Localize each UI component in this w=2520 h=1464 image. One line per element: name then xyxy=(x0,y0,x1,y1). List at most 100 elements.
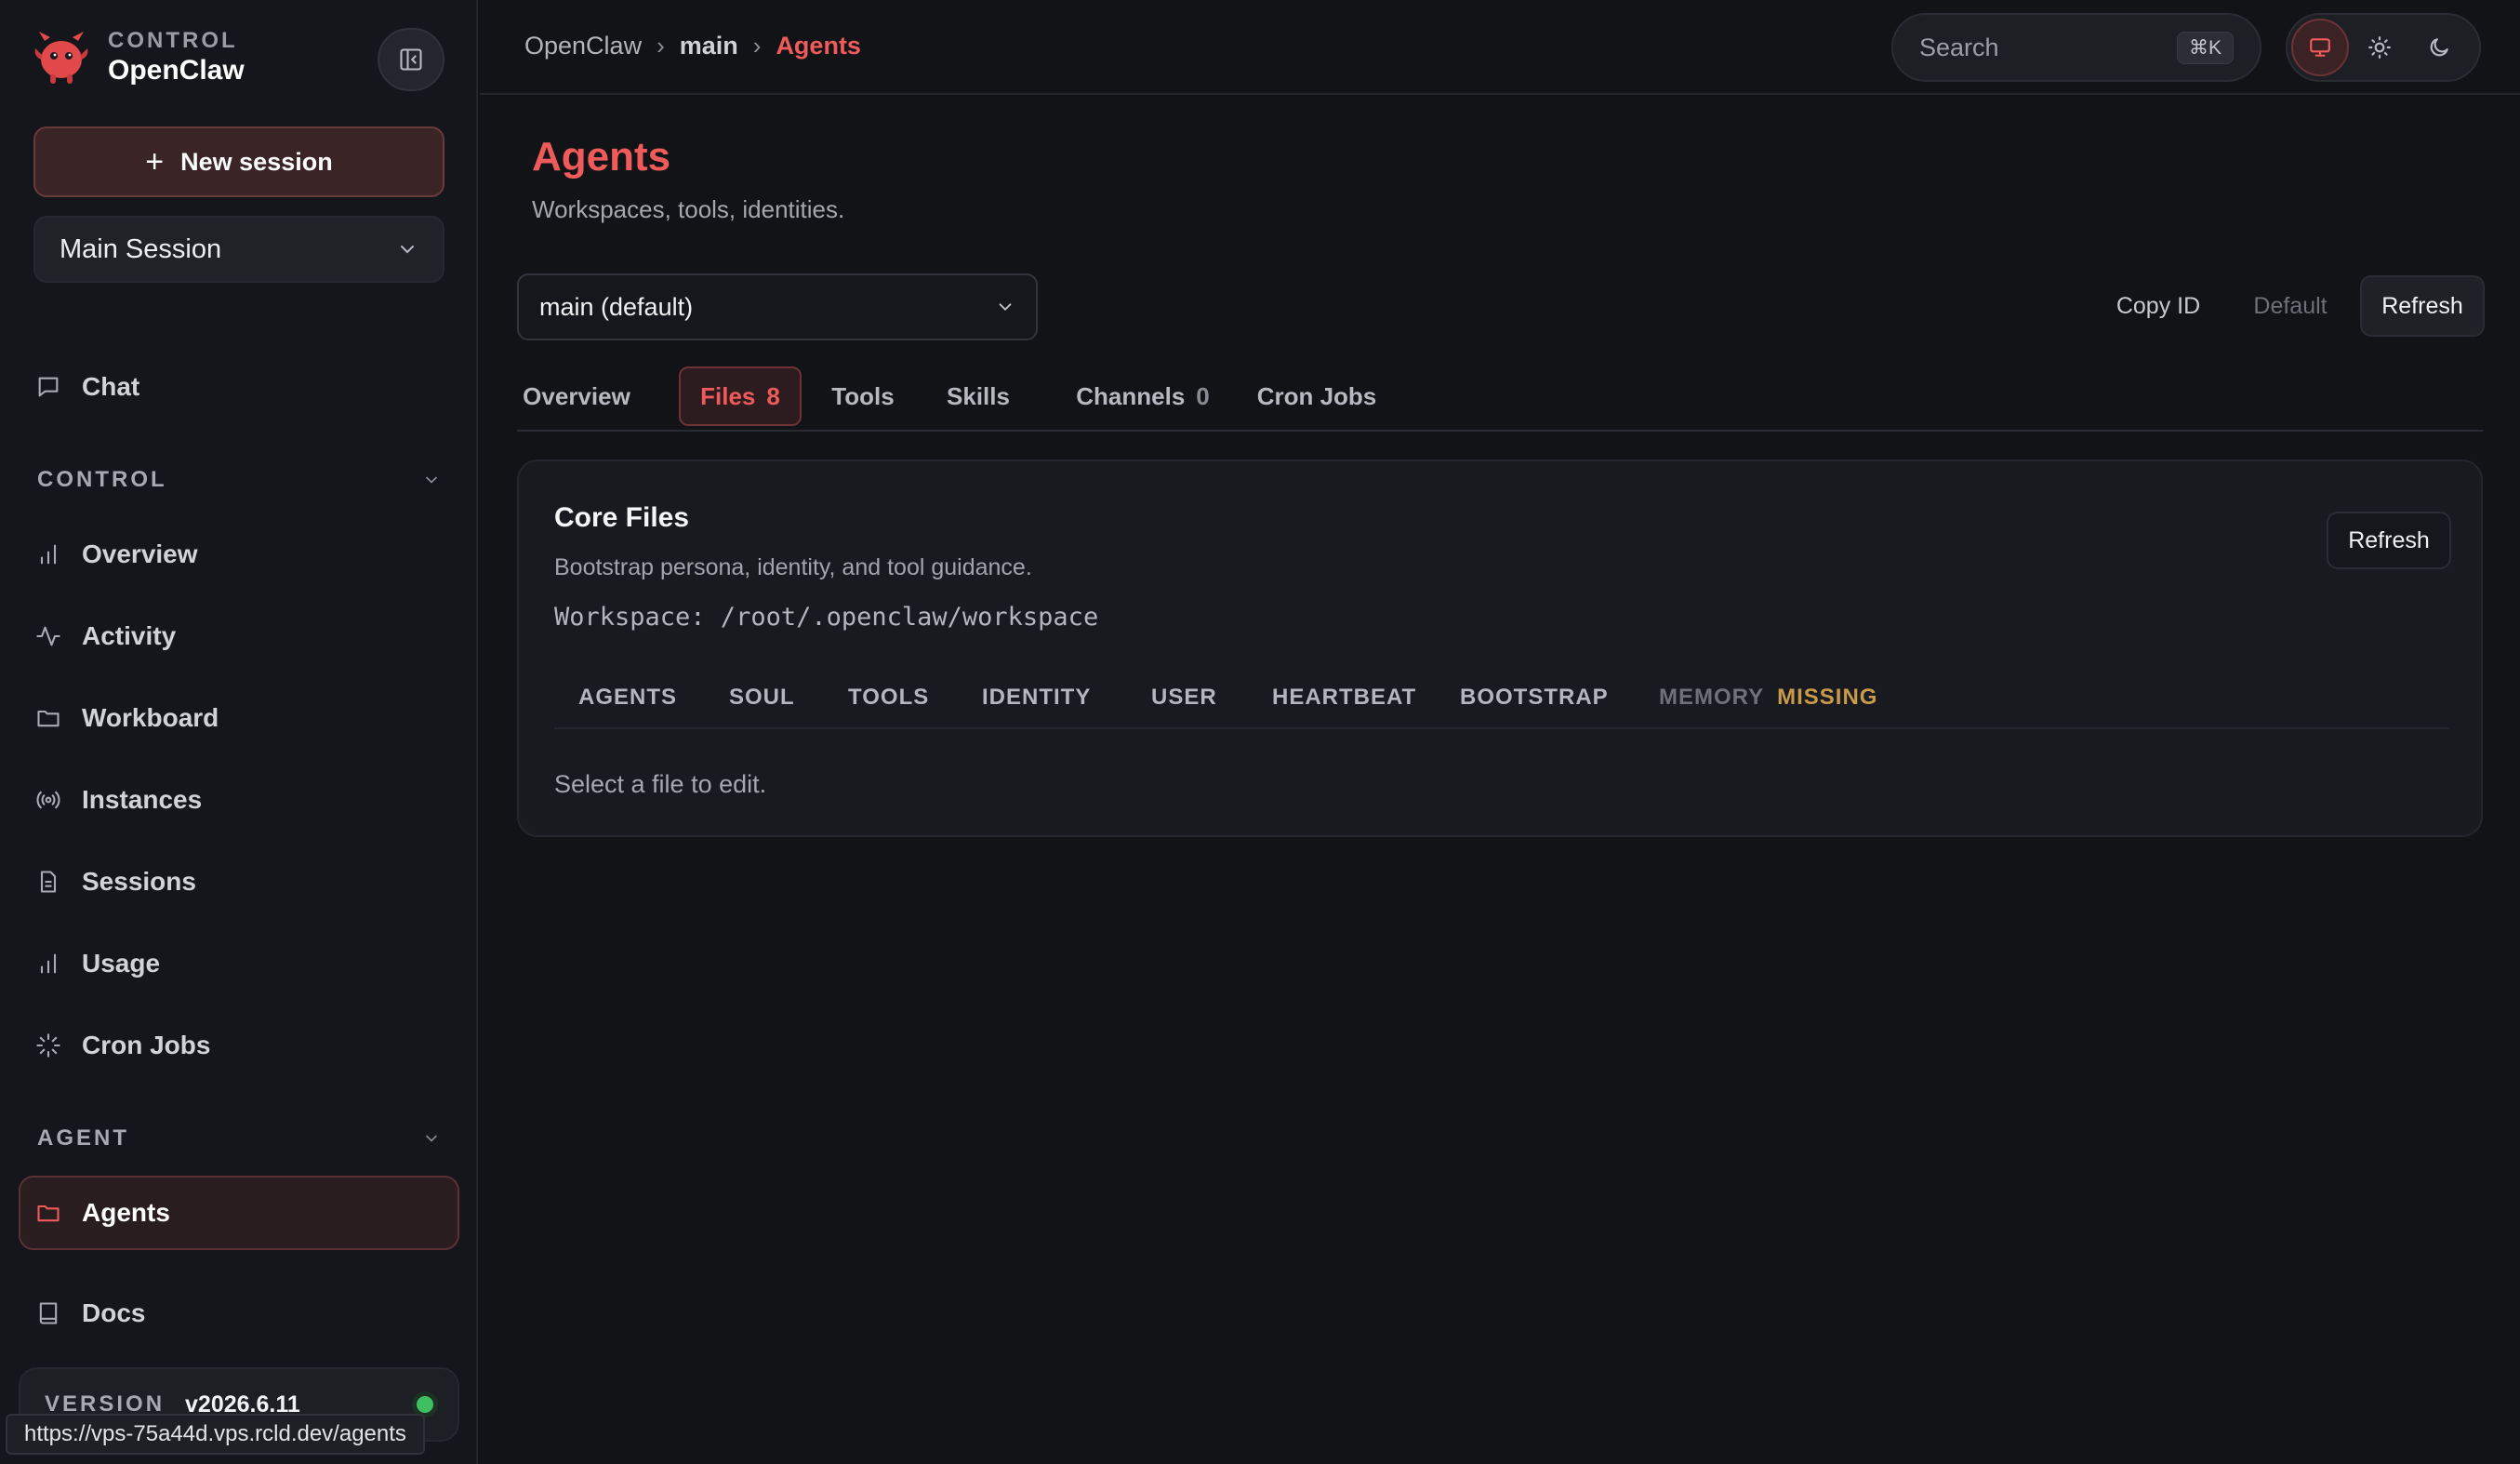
chevron-down-icon xyxy=(426,1135,437,1142)
file-tab-tools[interactable]: TOOLS xyxy=(848,677,929,718)
sidebar-item-label: Chat xyxy=(82,372,140,401)
brand-name: OpenClaw xyxy=(108,55,245,86)
file-tab-soul[interactable]: SOUL xyxy=(729,677,795,718)
sidebar-item-docs[interactable]: Docs xyxy=(33,1285,444,1341)
agent-select-value: main (default) xyxy=(539,292,694,321)
section-agent-header[interactable]: AGENT xyxy=(37,1120,441,1157)
file-tabs: AGENTS SOUL TOOLS IDENTITY USER HEARTBEA… xyxy=(554,668,2449,729)
breadcrumb-separator: › xyxy=(657,32,665,60)
card-description: Bootstrap persona, identity, and tool gu… xyxy=(554,554,1032,580)
card-title: Core Files xyxy=(554,502,690,533)
book-icon xyxy=(33,1298,63,1328)
sidebar-collapse-icon xyxy=(400,48,422,71)
tab-label: Tools xyxy=(831,381,895,410)
search-shortcut-badge: ⌘K xyxy=(2176,31,2234,64)
tab-overview[interactable]: Overview xyxy=(519,366,634,426)
tab-label: Cron Jobs xyxy=(1256,381,1377,410)
sidebar-item-overview[interactable]: Overview xyxy=(33,526,444,582)
activity-icon xyxy=(33,621,63,651)
section-control-header[interactable]: CONTROL xyxy=(37,461,441,499)
app-window: CONTROL OpenClaw + New session Main Sess… xyxy=(0,0,2520,1464)
moon-icon xyxy=(2430,38,2448,57)
section-agent-label: AGENT xyxy=(37,1125,129,1151)
theme-dark-button[interactable] xyxy=(2410,19,2468,76)
status-online-dot xyxy=(417,1396,433,1413)
file-tab-bootstrap[interactable]: BOOTSTRAP xyxy=(1460,677,1609,718)
refresh-button[interactable]: Refresh xyxy=(2360,275,2485,337)
sidebar-collapse-button[interactable] xyxy=(378,28,444,91)
tab-tools[interactable]: Tools xyxy=(824,366,902,426)
missing-badge: MISSING xyxy=(1777,685,1878,710)
breadcrumb-item-agents: Agents xyxy=(776,32,861,60)
brand-eyebrow: CONTROL xyxy=(108,28,238,53)
file-tab-identity[interactable]: IDENTITY xyxy=(982,677,1091,718)
workspace-path: Workspace: /root/.openclaw/workspace xyxy=(554,603,1099,632)
folder-icon xyxy=(33,703,63,733)
tab-files[interactable]: Files 8 xyxy=(679,366,802,426)
chevron-down-icon xyxy=(401,246,414,254)
file-tab-user[interactable]: USER xyxy=(1151,677,1217,718)
core-files-refresh-button[interactable]: Refresh xyxy=(2327,512,2451,569)
sidebar: CONTROL OpenClaw + New session Main Sess… xyxy=(0,0,478,1464)
file-tab-agents[interactable]: AGENTS xyxy=(578,677,677,718)
file-icon xyxy=(33,867,63,897)
breadcrumb-separator: › xyxy=(752,32,762,60)
breadcrumb: OpenClaw › main › Agents xyxy=(524,32,861,60)
openclaw-logo-icon xyxy=(34,32,88,84)
file-tab-heartbeat[interactable]: HEARTBEAT xyxy=(1272,677,1416,718)
chat-icon xyxy=(33,372,63,402)
radio-icon xyxy=(33,785,63,815)
breadcrumb-item-openclaw[interactable]: OpenClaw xyxy=(524,32,642,60)
sidebar-item-instances[interactable]: Instances xyxy=(33,772,444,828)
chevron-down-icon xyxy=(426,476,437,484)
sidebar-item-label: Docs xyxy=(82,1298,146,1327)
page-subtitle: Workspaces, tools, identities. xyxy=(532,195,845,223)
tab-cron-jobs[interactable]: Cron Jobs xyxy=(1253,366,1380,426)
tab-channels[interactable]: Channels 0 xyxy=(1054,366,1231,426)
tab-skills[interactable]: Skills xyxy=(937,366,1019,426)
sidebar-item-label: Sessions xyxy=(82,867,196,896)
theme-switcher xyxy=(2286,13,2481,82)
file-tab-label: MEMORY xyxy=(1659,685,1765,710)
folder-icon xyxy=(33,1198,63,1228)
tab-count: 0 xyxy=(1196,381,1210,410)
agent-select[interactable]: main (default) xyxy=(517,273,1038,340)
monitor-icon xyxy=(2310,38,2330,57)
search-input[interactable]: Search ⌘K xyxy=(1891,13,2261,82)
new-session-button[interactable]: + New session xyxy=(33,126,444,197)
sidebar-item-label: Agents xyxy=(82,1198,170,1227)
session-select[interactable]: Main Session xyxy=(33,216,444,283)
copy-id-button[interactable]: Copy ID xyxy=(2100,275,2217,337)
sidebar-item-label: Instances xyxy=(82,785,203,814)
tab-label: Channels xyxy=(1076,381,1186,410)
chevron-down-icon xyxy=(999,303,1012,312)
set-default-button[interactable]: Default xyxy=(2239,275,2341,337)
page-title: Agents xyxy=(532,134,671,180)
section-control-label: CONTROL xyxy=(37,467,167,492)
sidebar-item-activity[interactable]: Activity xyxy=(33,608,444,664)
sidebar-item-usage[interactable]: Usage xyxy=(33,936,444,992)
sidebar-item-workboard[interactable]: Workboard xyxy=(33,690,444,746)
sidebar-item-label: Workboard xyxy=(82,703,219,732)
bar-chart-icon xyxy=(33,539,63,569)
tab-label: Files xyxy=(700,381,756,410)
sidebar-item-sessions[interactable]: Sessions xyxy=(33,854,444,910)
theme-system-button[interactable] xyxy=(2291,19,2349,76)
status-url-tooltip: https://vps-75a44d.vps.rcld.dev/agents xyxy=(6,1414,425,1455)
topbar: OpenClaw › main › Agents Search ⌘K xyxy=(480,0,2520,95)
agent-tabs: Overview Files 8 Tools Skills Channels 0… xyxy=(517,365,2483,432)
breadcrumb-item-main[interactable]: main xyxy=(680,32,738,60)
file-tab-memory[interactable]: MEMORY MISSING xyxy=(1659,677,1877,718)
search-placeholder: Search xyxy=(1919,33,1999,61)
sidebar-item-agents[interactable]: Agents xyxy=(33,1185,444,1241)
tab-label: Overview xyxy=(523,381,630,410)
tab-count: 8 xyxy=(766,381,780,410)
sidebar-item-cron-jobs[interactable]: Cron Jobs xyxy=(33,1018,444,1073)
sun-icon xyxy=(2368,36,2391,59)
theme-light-button[interactable] xyxy=(2351,19,2408,76)
session-select-value: Main Session xyxy=(60,233,222,264)
sidebar-item-chat[interactable]: Chat xyxy=(33,359,444,415)
loader-icon xyxy=(33,1031,63,1060)
bar-chart-icon xyxy=(33,949,63,978)
brand[interactable]: CONTROL OpenClaw xyxy=(32,28,245,87)
